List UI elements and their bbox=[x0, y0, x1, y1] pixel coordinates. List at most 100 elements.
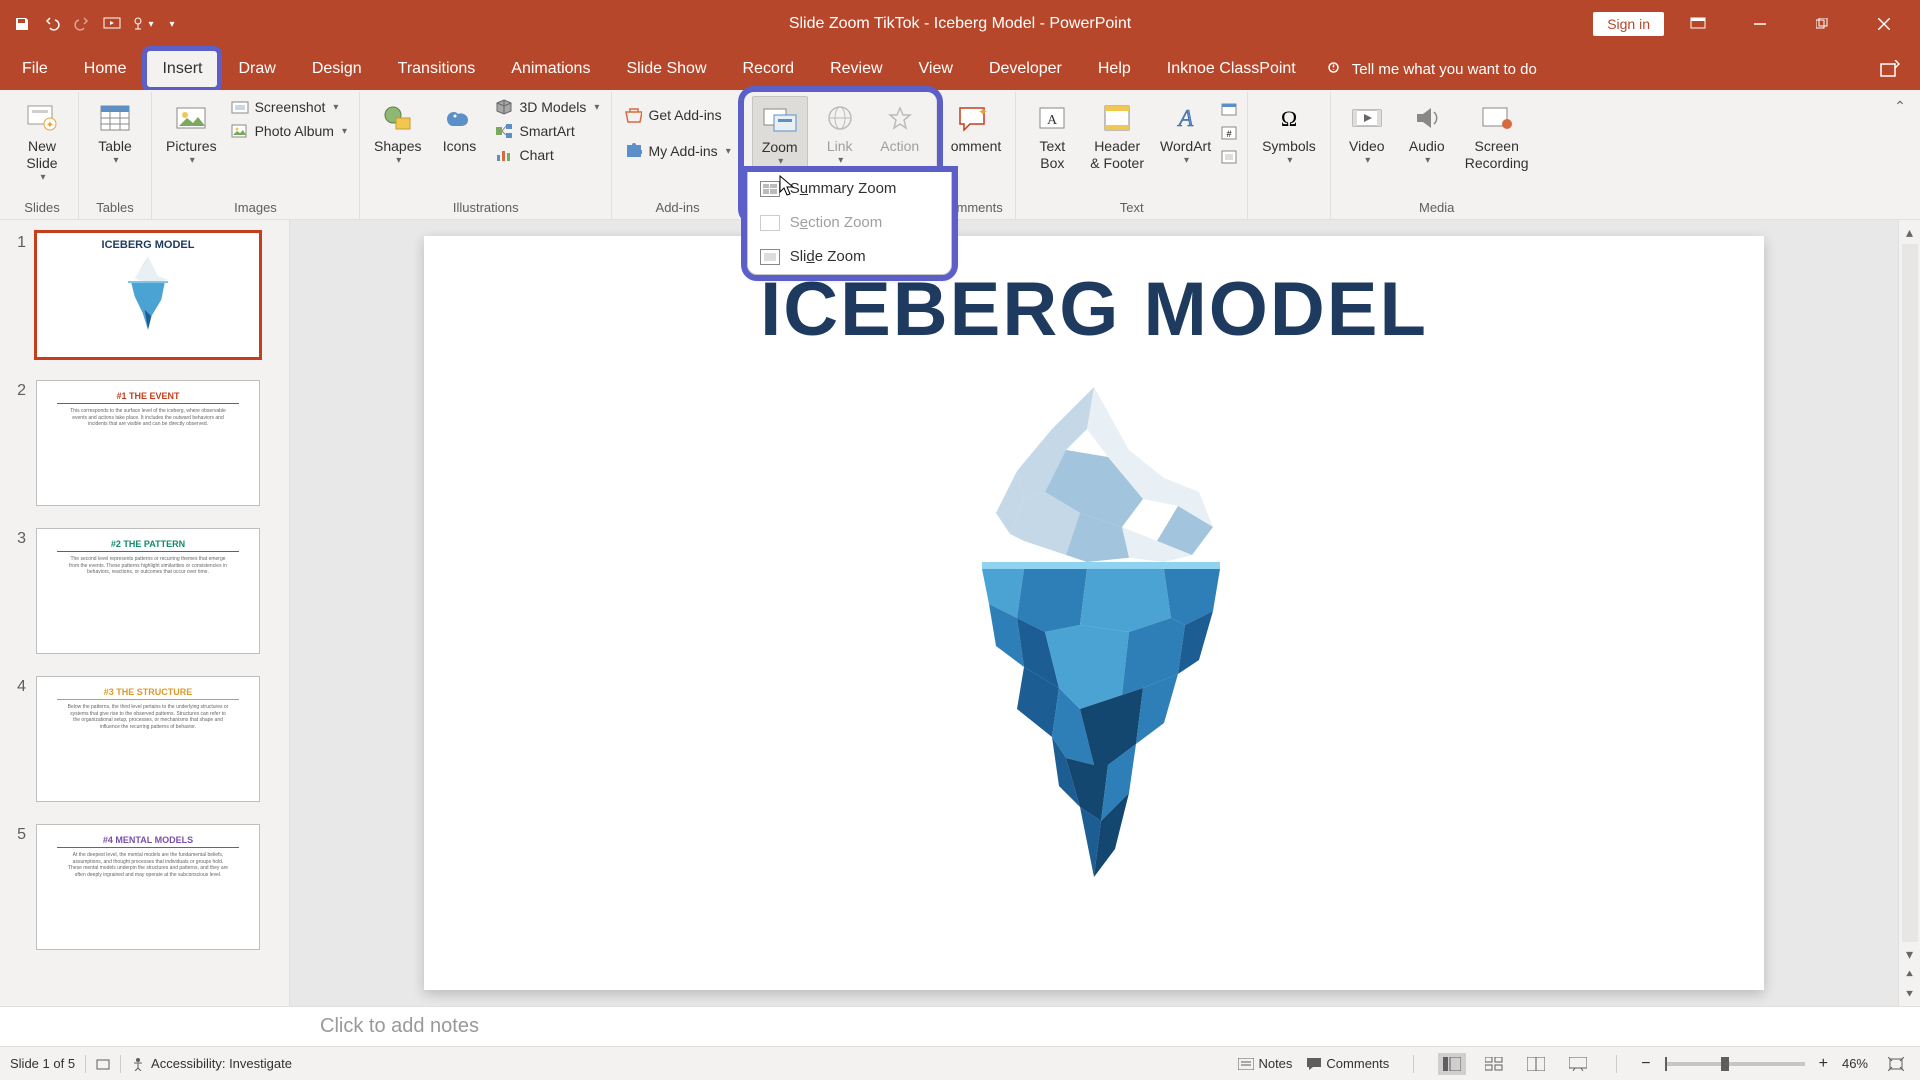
close-icon[interactable] bbox=[1856, 4, 1912, 44]
scroll-down-icon[interactable]: ▾ bbox=[1902, 946, 1918, 962]
tab-help[interactable]: Help bbox=[1080, 48, 1149, 90]
chart-button[interactable]: Chart bbox=[491, 144, 603, 166]
photo-album-icon bbox=[231, 122, 249, 140]
thumbnail-slide-5[interactable]: #4 MENTAL MODELS At the deepest level, t… bbox=[36, 824, 260, 950]
thumbnail-panel[interactable]: 1 ICEBERG MODEL 2 #1 THE EVENT This corr… bbox=[0, 220, 290, 1006]
reading-view-icon[interactable] bbox=[1522, 1053, 1550, 1075]
share-icon[interactable] bbox=[1860, 48, 1920, 90]
action-button[interactable]: Action bbox=[872, 96, 928, 159]
slide-number-button[interactable]: # bbox=[1221, 126, 1239, 140]
video-button[interactable]: Video▾ bbox=[1339, 96, 1395, 171]
my-addins-button[interactable]: My Add-ins▾ bbox=[620, 140, 734, 162]
redo-icon[interactable] bbox=[68, 10, 96, 38]
tab-home[interactable]: Home bbox=[66, 48, 145, 90]
zoom-level[interactable]: 46% bbox=[1842, 1056, 1868, 1071]
comment-button[interactable]: ✦ omment bbox=[945, 96, 1008, 159]
tab-design[interactable]: Design bbox=[294, 48, 380, 90]
fit-to-window-icon[interactable] bbox=[1882, 1053, 1910, 1075]
thumbnail-slide-1[interactable]: ICEBERG MODEL bbox=[36, 232, 260, 358]
collapse-ribbon-icon[interactable]: ⌃ bbox=[1892, 98, 1908, 114]
tab-classpoint[interactable]: Inknoe ClassPoint bbox=[1149, 48, 1314, 90]
sign-in-button[interactable]: Sign in bbox=[1593, 12, 1664, 36]
touch-mode-icon[interactable]: ▾ bbox=[128, 10, 156, 38]
tab-file[interactable]: File bbox=[4, 48, 66, 90]
normal-view-icon[interactable] bbox=[1438, 1053, 1466, 1075]
group-links: Zoom▾ Summary Zoom Section Zoom Slide Zo… bbox=[744, 92, 937, 219]
link-button[interactable]: Link▾ bbox=[812, 96, 868, 171]
icons-button[interactable]: Icons bbox=[431, 96, 487, 159]
audio-button[interactable]: Audio▾ bbox=[1399, 96, 1455, 171]
zoom-in-button[interactable]: + bbox=[1819, 1055, 1828, 1073]
notes-pane[interactable]: Click to add notes bbox=[0, 1006, 1920, 1046]
date-time-button[interactable] bbox=[1221, 102, 1239, 116]
zoom-dropdown: Summary Zoom Section Zoom Slide Zoom bbox=[747, 172, 952, 275]
screen-recording-button[interactable]: Screen Recording bbox=[1459, 96, 1535, 176]
slide-editor[interactable]: ICEBERG MODEL bbox=[290, 220, 1898, 1006]
tab-draw[interactable]: Draw bbox=[220, 48, 293, 90]
thumbnail-slide-2[interactable]: #1 THE EVENT This corresponds to the sur… bbox=[36, 380, 260, 506]
tell-me-search[interactable]: Tell me what you want to do bbox=[1326, 48, 1537, 90]
slide-counter[interactable]: Slide 1 of 5 bbox=[10, 1056, 75, 1071]
3d-models-button[interactable]: 3D Models▾ bbox=[491, 96, 603, 118]
scroll-track[interactable] bbox=[1902, 244, 1918, 942]
header-footer-button[interactable]: Header & Footer bbox=[1084, 96, 1150, 176]
slideshow-view-icon[interactable] bbox=[1564, 1053, 1592, 1075]
comments-toggle[interactable]: Comments bbox=[1306, 1056, 1389, 1071]
table-button[interactable]: Table▾ bbox=[87, 96, 143, 171]
zoom-out-button[interactable]: − bbox=[1641, 1055, 1650, 1073]
screenshot-icon bbox=[231, 98, 249, 116]
photo-album-button[interactable]: Photo Album▾ bbox=[227, 120, 351, 142]
save-icon[interactable] bbox=[8, 10, 36, 38]
vertical-scrollbar[interactable]: ▴ ▾ ⯅ ⯆ bbox=[1898, 220, 1920, 1006]
tab-animations[interactable]: Animations bbox=[493, 48, 608, 90]
slide-zoom-icon bbox=[760, 249, 780, 265]
tab-insert[interactable]: Insert bbox=[144, 48, 220, 90]
prev-slide-icon[interactable]: ⯅ bbox=[1902, 966, 1918, 982]
iceberg-graphic[interactable] bbox=[884, 373, 1304, 933]
section-zoom-item: Section Zoom bbox=[748, 206, 951, 240]
customize-qat-icon[interactable]: ▾ bbox=[158, 10, 186, 38]
notes-toggle[interactable]: Notes bbox=[1238, 1056, 1292, 1071]
screenshot-button[interactable]: Screenshot▾ bbox=[227, 96, 351, 118]
get-addins-button[interactable]: Get Add-ins bbox=[620, 104, 734, 126]
minimize-icon[interactable] bbox=[1732, 4, 1788, 44]
language-button[interactable] bbox=[96, 1057, 110, 1071]
start-slideshow-icon[interactable] bbox=[98, 10, 126, 38]
table-icon bbox=[97, 100, 133, 136]
ribbon-display-options-icon[interactable] bbox=[1670, 4, 1726, 44]
zoom-button[interactable]: Zoom▾ Summary Zoom Section Zoom Slide Zo… bbox=[752, 96, 808, 173]
slide-sorter-view-icon[interactable] bbox=[1480, 1053, 1508, 1075]
textbox-button[interactable]: A Text Box bbox=[1024, 96, 1080, 176]
thumbnail-slide-4[interactable]: #3 THE STRUCTURE Below the patterns, the… bbox=[36, 676, 260, 802]
accessibility-button[interactable]: Accessibility: Investigate bbox=[131, 1056, 292, 1071]
summary-zoom-item[interactable]: Summary Zoom bbox=[748, 172, 951, 206]
thumbnail-slide-3[interactable]: #2 THE PATTERN The second level represen… bbox=[36, 528, 260, 654]
zoom-slider[interactable] bbox=[1665, 1062, 1805, 1066]
ribbon-insert: ✦ New Slide▾ Slides Table▾ Tables Pictur… bbox=[0, 90, 1920, 220]
tab-record[interactable]: Record bbox=[725, 48, 813, 90]
tab-developer[interactable]: Developer bbox=[971, 48, 1080, 90]
maximize-icon[interactable] bbox=[1794, 4, 1850, 44]
slide-zoom-item[interactable]: Slide Zoom bbox=[748, 240, 951, 274]
undo-icon[interactable] bbox=[38, 10, 66, 38]
next-slide-icon[interactable]: ⯆ bbox=[1902, 986, 1918, 1002]
wordart-button[interactable]: A WordArt▾ bbox=[1154, 96, 1217, 171]
document-title: Slide Zoom TikTok - Iceberg Model - Powe… bbox=[789, 15, 1131, 33]
scroll-up-icon[interactable]: ▴ bbox=[1902, 224, 1918, 240]
smartart-button[interactable]: SmartArt bbox=[491, 120, 603, 142]
slide-zoom-label: Slide Zoom bbox=[790, 248, 866, 266]
symbols-button[interactable]: Ω Symbols▾ bbox=[1256, 96, 1322, 171]
tab-view[interactable]: View bbox=[901, 48, 971, 90]
group-media: Video▾ Audio▾ Screen Recording Media bbox=[1331, 92, 1543, 219]
wordart-icon: A bbox=[1168, 100, 1204, 136]
action-icon bbox=[882, 100, 918, 136]
slide-title[interactable]: ICEBERG MODEL bbox=[760, 266, 1428, 353]
shapes-button[interactable]: Shapes▾ bbox=[368, 96, 427, 171]
object-button[interactable] bbox=[1221, 150, 1239, 164]
tab-slideshow[interactable]: Slide Show bbox=[608, 48, 724, 90]
pictures-button[interactable]: Pictures▾ bbox=[160, 96, 223, 171]
new-slide-button[interactable]: ✦ New Slide▾ bbox=[14, 96, 70, 188]
tab-review[interactable]: Review bbox=[812, 48, 900, 90]
slide-canvas[interactable]: ICEBERG MODEL bbox=[424, 236, 1764, 990]
tab-transitions[interactable]: Transitions bbox=[380, 48, 494, 90]
